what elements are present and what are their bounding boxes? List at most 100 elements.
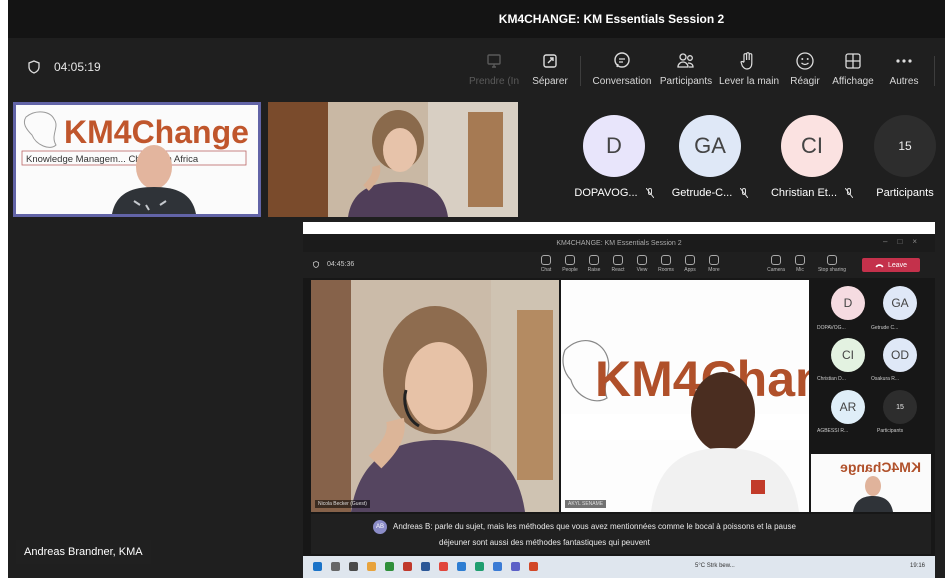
toolbar-divider bbox=[580, 56, 581, 86]
avatar: GA bbox=[679, 115, 741, 177]
shared-react-button[interactable]: React bbox=[607, 255, 629, 273]
share-screen-icon bbox=[487, 54, 501, 68]
popout-icon bbox=[543, 54, 557, 68]
rooms-icon bbox=[661, 255, 671, 265]
camera-icon bbox=[771, 255, 781, 265]
participants-count-tile[interactable]: 15 Participants bbox=[870, 115, 940, 199]
timer-text: 04:05:19 bbox=[54, 60, 101, 74]
logo-tagline: Knowledge Managem... Change in Africa bbox=[26, 154, 199, 165]
app-icon[interactable] bbox=[385, 562, 394, 571]
self-view-thumbnail[interactable]: KM4Change bbox=[811, 454, 931, 512]
participant-count[interactable]: 15 bbox=[883, 390, 917, 424]
shield-icon bbox=[28, 60, 40, 74]
raise-hand-icon bbox=[589, 255, 599, 265]
shared-apps-button[interactable]: Apps bbox=[679, 255, 701, 273]
leave-button[interactable]: Leave bbox=[862, 258, 920, 272]
shared-video-tile[interactable]: Nicola Becker (Guest) bbox=[311, 280, 559, 512]
participant-video bbox=[268, 102, 518, 217]
stop-sharing-button[interactable]: Stop sharing bbox=[815, 255, 849, 273]
chat-notification[interactable]: AB Andreas B: parle du sujet, mais les m… bbox=[311, 514, 931, 554]
mic-off-icon bbox=[645, 188, 654, 198]
roster-item[interactable]: GA Getrude-C... bbox=[667, 115, 753, 199]
app-icon[interactable] bbox=[421, 562, 430, 571]
shared-raise-button[interactable]: Raise bbox=[583, 255, 605, 273]
shared-window-title: KM4CHANGE: KM Essentials Session 2 bbox=[303, 234, 935, 252]
shared-more-button[interactable]: More bbox=[703, 255, 725, 273]
shared-mic-button[interactable]: Mic bbox=[789, 255, 811, 273]
teams-icon[interactable] bbox=[511, 562, 520, 571]
react-button[interactable]: Réagir bbox=[787, 50, 823, 87]
roster-item[interactable]: CI Christian Et... bbox=[766, 115, 858, 199]
grid-icon bbox=[845, 53, 861, 69]
conversation-button[interactable]: Conversation bbox=[591, 50, 653, 87]
apps-icon bbox=[685, 255, 695, 265]
svg-text:KM4Change: KM4Change bbox=[840, 459, 921, 475]
task-view-icon[interactable] bbox=[349, 562, 358, 571]
chat-icon bbox=[614, 52, 630, 68]
mic-icon bbox=[795, 255, 805, 265]
video-caption: AKYL SENAME bbox=[565, 500, 607, 508]
more-button[interactable]: Autres bbox=[886, 50, 922, 87]
shared-timer: 04:45:36 bbox=[313, 261, 354, 268]
shared-chat-button[interactable]: Chat bbox=[535, 255, 557, 273]
shield-icon bbox=[313, 261, 319, 268]
share-button[interactable]: Prendre (In bbox=[468, 50, 520, 87]
search-icon[interactable] bbox=[331, 562, 340, 571]
shared-screen[interactable]: KM4CHANGE: KM Essentials Session 2 –□× 0… bbox=[303, 222, 935, 578]
mic-off-icon bbox=[845, 188, 854, 198]
shared-video-tile[interactable]: KM4Change AKYL SENAME bbox=[561, 280, 809, 512]
shared-people-button[interactable]: People bbox=[559, 255, 581, 273]
files-icon[interactable] bbox=[367, 562, 376, 571]
shared-view-button[interactable]: View bbox=[631, 255, 653, 273]
participants-button[interactable]: Participants bbox=[659, 50, 713, 87]
participant-count: 15 bbox=[874, 115, 936, 177]
stop-share-icon bbox=[827, 255, 837, 265]
avatar: D bbox=[583, 115, 645, 177]
avatar[interactable]: GA bbox=[883, 286, 917, 320]
avatar: AB bbox=[373, 520, 387, 534]
avatar[interactable]: CI bbox=[831, 338, 865, 372]
avatar[interactable]: OD bbox=[883, 338, 917, 372]
video-tile-participant[interactable] bbox=[268, 102, 518, 217]
start-icon[interactable] bbox=[313, 562, 322, 571]
taskbar-clock[interactable]: 19:16 bbox=[910, 563, 925, 569]
app-icon[interactable] bbox=[529, 562, 538, 571]
title-bar: KM4CHANGE: KM Essentials Session 2 bbox=[8, 0, 945, 38]
shared-participant-video bbox=[311, 280, 559, 512]
weather-widget[interactable]: 5°C Strk bew... bbox=[695, 563, 735, 569]
app-icon[interactable] bbox=[457, 562, 466, 571]
grid-icon bbox=[637, 255, 647, 265]
shared-toolbar: 04:45:36 Chat People Raise React View Ro… bbox=[303, 252, 935, 278]
video-tile-speaker[interactable]: KM4Change Knowledge Managem... Change in… bbox=[13, 102, 261, 217]
people-icon bbox=[565, 255, 575, 265]
video-caption: Nicola Becker (Guest) bbox=[315, 500, 370, 508]
app-icon[interactable] bbox=[493, 562, 502, 571]
view-button[interactable]: Affichage bbox=[830, 50, 876, 87]
popout-button[interactable]: Séparer bbox=[530, 50, 570, 87]
chat-icon bbox=[541, 255, 551, 265]
more-icon bbox=[896, 59, 912, 63]
app-icon[interactable] bbox=[475, 562, 484, 571]
phone-icon bbox=[875, 263, 884, 267]
roster-item[interactable]: D DOPAVOG... bbox=[574, 115, 654, 199]
smiley-icon bbox=[796, 52, 814, 70]
teams-window: KM4CHANGE: KM Essentials Session 2 04:05… bbox=[8, 0, 945, 578]
avatar[interactable]: AR bbox=[831, 390, 865, 424]
avatar: CI bbox=[781, 115, 843, 177]
people-icon bbox=[677, 53, 694, 68]
meeting-toolbar: 04:05:19 Prendre (In Séparer Conversatio… bbox=[8, 38, 945, 96]
app-icon[interactable] bbox=[403, 562, 412, 571]
avatar[interactable]: D bbox=[831, 286, 865, 320]
shared-participant-video: KM4Change bbox=[561, 280, 809, 512]
browser-icon[interactable] bbox=[439, 562, 448, 571]
shared-rooms-button[interactable]: Rooms bbox=[655, 255, 677, 273]
speaker-video: KM4Change Knowledge Managem... Change in… bbox=[16, 105, 258, 214]
window-controls: –□× bbox=[883, 237, 927, 246]
toolbar-divider bbox=[934, 56, 935, 86]
self-view-video: KM4Change bbox=[811, 454, 931, 512]
raise-hand-icon bbox=[740, 52, 753, 70]
shared-camera-button[interactable]: Camera bbox=[765, 255, 787, 273]
raise-hand-button[interactable]: Lever la main bbox=[719, 50, 779, 87]
smiley-icon bbox=[613, 255, 623, 265]
window-title: KM4CHANGE: KM Essentials Session 2 bbox=[498, 12, 725, 26]
